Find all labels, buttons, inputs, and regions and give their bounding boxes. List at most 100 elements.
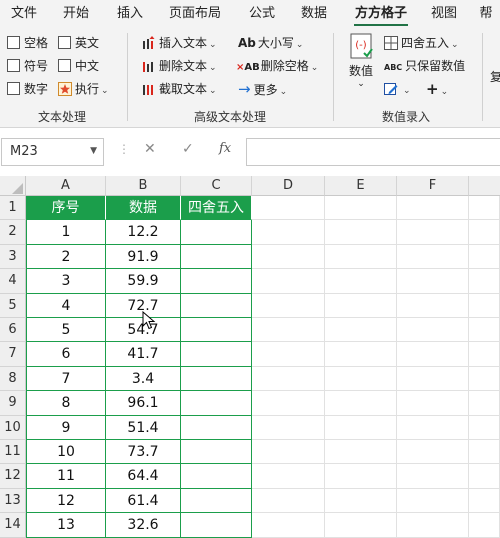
empty-cell[interactable] (469, 513, 500, 538)
row-header[interactable]: 9 (0, 391, 26, 416)
empty-cell[interactable] (469, 220, 500, 245)
empty-cell[interactable] (252, 488, 325, 514)
empty-cell[interactable] (397, 220, 469, 245)
empty-cell[interactable] (252, 244, 325, 270)
empty-cell[interactable] (252, 513, 325, 538)
empty-cell[interactable] (325, 318, 397, 343)
table-cell[interactable]: 73.7 (106, 440, 181, 465)
table-cell[interactable]: 6 (26, 342, 106, 367)
table-cell[interactable]: 59.9 (106, 269, 181, 294)
checkbox-symbol[interactable]: 符号 (7, 56, 48, 76)
table-cell[interactable]: 7 (26, 366, 106, 392)
empty-cell[interactable] (469, 269, 500, 294)
table-cell[interactable] (181, 391, 252, 416)
tab-insert[interactable]: 插入 (114, 0, 146, 27)
empty-cell[interactable] (252, 391, 325, 416)
table-cell[interactable] (181, 269, 252, 294)
empty-cell[interactable] (252, 293, 325, 318)
table-cell[interactable]: 64.4 (106, 464, 181, 489)
row-header[interactable]: 12 (0, 464, 26, 489)
row-header[interactable]: 11 (0, 440, 26, 465)
tab-fangfang-gezi[interactable]: 方方格子 (350, 0, 412, 27)
empty-cell[interactable] (325, 293, 397, 318)
empty-cell[interactable] (397, 513, 469, 538)
table-cell[interactable]: 9 (26, 415, 106, 440)
empty-cell[interactable] (397, 391, 469, 416)
table-cell[interactable]: 32.6 (106, 513, 181, 538)
row-header[interactable]: 5 (0, 293, 26, 318)
empty-cell[interactable] (325, 513, 397, 538)
table-cell[interactable]: 3 (26, 269, 106, 294)
tab-data[interactable]: 数据 (298, 0, 330, 27)
table-cell[interactable]: 8 (26, 391, 106, 416)
table-cell[interactable] (181, 488, 252, 514)
table-cell[interactable] (181, 342, 252, 367)
table-cell[interactable]: 4 (26, 293, 106, 318)
table-cell[interactable]: 12.2 (106, 220, 181, 245)
delete-text-button[interactable]: 删除文本 ⌄ (142, 56, 217, 76)
empty-cell[interactable] (325, 391, 397, 416)
empty-cell[interactable] (397, 366, 469, 392)
table-cell[interactable] (181, 366, 252, 392)
formula-input[interactable] (246, 138, 500, 166)
table-cell[interactable]: 61.4 (106, 488, 181, 514)
empty-cell[interactable] (325, 488, 397, 514)
empty-cell[interactable] (469, 464, 500, 489)
table-cell[interactable] (181, 464, 252, 489)
fx-icon[interactable]: fx (219, 141, 231, 156)
checkbox-chinese[interactable]: 中文 (58, 56, 99, 76)
table-cell[interactable] (181, 415, 252, 440)
table-cell[interactable]: 96.1 (106, 391, 181, 416)
case-button[interactable]: Ab 大小写 ⌄ (238, 33, 303, 53)
empty-cell[interactable] (469, 318, 500, 343)
column-header-f[interactable]: F (397, 176, 469, 196)
table-header-cell[interactable]: 数据 (106, 196, 181, 221)
keep-values-button[interactable]: ABC 只保留数值 (384, 56, 465, 76)
table-header-cell[interactable]: 四舍五入 (181, 196, 252, 221)
table-cell[interactable] (181, 244, 252, 270)
row-header[interactable]: 6 (0, 318, 26, 343)
empty-cell[interactable] (325, 244, 397, 270)
numeric-button[interactable]: (-) 数值 ⌄ (345, 33, 377, 97)
execute-button[interactable]: 执行 ⌄ (58, 79, 109, 99)
empty-cell[interactable] (397, 415, 469, 440)
row-header[interactable]: 2 (0, 220, 26, 245)
empty-cell[interactable] (252, 464, 325, 489)
empty-cell[interactable] (469, 488, 500, 514)
empty-cell[interactable] (252, 269, 325, 294)
empty-cell[interactable] (469, 391, 500, 416)
column-header-e[interactable]: E (325, 176, 397, 196)
table-cell[interactable]: 12 (26, 488, 106, 514)
table-cell[interactable] (181, 318, 252, 343)
row-header[interactable]: 7 (0, 342, 26, 367)
empty-cell[interactable] (469, 293, 500, 318)
table-cell[interactable]: 2 (26, 244, 106, 270)
empty-cell[interactable] (325, 196, 397, 221)
row-header[interactable]: 8 (0, 366, 26, 392)
empty-cell[interactable] (252, 440, 325, 465)
rounding-button[interactable]: 四舍五入 ⌄ (384, 33, 459, 53)
table-cell[interactable]: 13 (26, 513, 106, 538)
row-header[interactable]: 10 (0, 415, 26, 440)
table-cell[interactable] (181, 293, 252, 318)
edit-button[interactable]: ⌄ (384, 79, 411, 99)
tab-formulas[interactable]: 公式 (246, 0, 278, 27)
empty-cell[interactable] (397, 269, 469, 294)
empty-cell[interactable] (325, 269, 397, 294)
column-header-c[interactable]: C (181, 176, 252, 196)
table-cell[interactable] (181, 220, 252, 245)
cancel-icon[interactable]: ✕ (144, 141, 156, 157)
column-header-b[interactable]: B (106, 176, 181, 196)
tab-home[interactable]: 开始 (60, 0, 92, 27)
table-cell[interactable]: 10 (26, 440, 106, 465)
table-cell[interactable]: 1 (26, 220, 106, 245)
empty-cell[interactable] (469, 440, 500, 465)
row-header[interactable]: 14 (0, 513, 26, 538)
empty-cell[interactable] (397, 488, 469, 514)
delete-space-button[interactable]: ×AB删除空格 ⌄ (236, 56, 318, 76)
insert-text-button[interactable]: 插入文本 ⌄ (142, 33, 217, 53)
add-button[interactable]: + ⌄ (426, 79, 448, 99)
table-cell[interactable]: 51.4 (106, 415, 181, 440)
empty-cell[interactable] (252, 318, 325, 343)
empty-cell[interactable] (469, 342, 500, 367)
